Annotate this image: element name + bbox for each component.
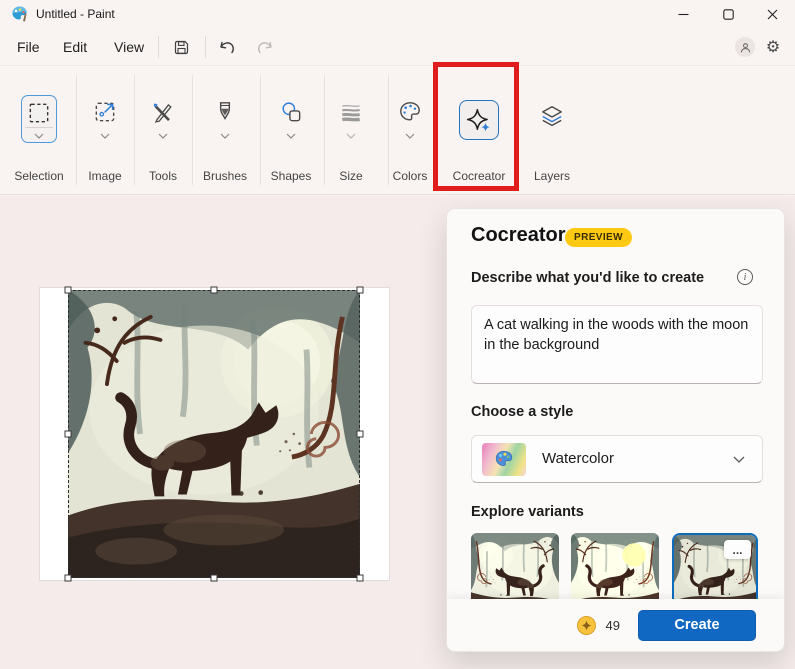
credits-coin-icon — [577, 616, 596, 635]
panel-title: Cocreator — [471, 224, 565, 247]
chevron-down-icon — [286, 133, 296, 139]
chevron-down-icon — [34, 133, 44, 139]
toolbar-label: Cocreator — [441, 169, 517, 183]
menu-file[interactable]: File — [6, 33, 51, 61]
variants-label: Explore variants — [471, 504, 584, 520]
selection-icon — [26, 100, 52, 126]
resize-handle-sw[interactable] — [65, 575, 72, 582]
layers-icon — [539, 103, 565, 129]
selection-marquee — [68, 290, 360, 578]
toolbar-label: Shapes — [262, 169, 320, 183]
toolbar-label: Selection — [8, 169, 70, 183]
resize-handle-se[interactable] — [357, 575, 364, 582]
toolbar-item-size[interactable]: Size — [326, 67, 376, 195]
colors-icon — [397, 99, 423, 125]
more-options-button[interactable]: ... — [724, 540, 751, 559]
minimize-button[interactable] — [661, 0, 705, 28]
resize-handle-nw[interactable] — [65, 287, 72, 294]
cocreator-sparkle-icon — [466, 107, 492, 133]
prompt-input[interactable]: A cat walking in the woods with the moon… — [471, 305, 763, 384]
toolbar-item-image[interactable]: Image — [80, 67, 130, 195]
resize-handle-n[interactable] — [211, 287, 218, 294]
menu-edit[interactable]: Edit — [52, 33, 98, 61]
menu-separator — [158, 36, 159, 58]
redo-icon — [256, 38, 274, 56]
settings-button[interactable]: ⚙ — [759, 33, 787, 61]
info-icon[interactable]: i — [737, 269, 753, 285]
maximize-button[interactable] — [706, 0, 750, 28]
resize-handle-s[interactable] — [211, 575, 218, 582]
toolbar-label: Layers — [524, 169, 580, 183]
chevron-down-icon — [100, 133, 110, 139]
image-icon — [92, 99, 118, 125]
chevron-down-icon — [346, 133, 356, 139]
selected-image[interactable] — [68, 290, 360, 578]
toolbar-label: Image — [80, 169, 130, 183]
close-button[interactable] — [750, 0, 794, 28]
style-label: Choose a style — [471, 404, 573, 420]
toolbar-item-layers[interactable]: Layers — [524, 67, 580, 195]
selection-split-button[interactable] — [21, 95, 57, 143]
create-button[interactable]: Create — [638, 610, 756, 641]
undo-icon — [218, 38, 236, 56]
chevron-down-icon — [733, 456, 745, 463]
chevron-down-icon — [158, 133, 168, 139]
toolbar-item-cocreator[interactable]: Cocreator — [441, 67, 517, 195]
toolbar-separator — [76, 75, 77, 185]
resize-handle-e[interactable] — [357, 431, 364, 438]
tools-icon — [150, 99, 176, 125]
paint-logo-icon — [11, 5, 28, 22]
size-icon — [338, 99, 364, 125]
toolbar-label: Brushes — [196, 169, 254, 183]
toolbar-item-tools[interactable]: Tools — [138, 67, 188, 195]
window-title: Untitled - Paint — [36, 7, 115, 21]
style-selected-value: Watercolor — [542, 450, 614, 467]
cocreator-button[interactable] — [459, 100, 499, 140]
menu-view[interactable]: View — [103, 33, 155, 61]
save-button[interactable] — [166, 33, 196, 61]
save-icon — [173, 39, 190, 56]
resize-handle-ne[interactable] — [357, 287, 364, 294]
toolbar-label: Size — [326, 169, 376, 183]
toolbar-separator — [260, 75, 261, 185]
credits-count: 49 — [606, 618, 620, 633]
account-button[interactable] — [735, 37, 755, 57]
title-bar: Untitled - Paint — [0, 0, 795, 28]
toolbar-separator — [134, 75, 135, 185]
chevron-down-icon — [220, 133, 230, 139]
style-dropdown[interactable]: Watercolor — [471, 435, 763, 483]
account-icon — [739, 41, 752, 54]
palette-icon — [493, 448, 515, 470]
brushes-icon — [212, 99, 238, 125]
canvas-workspace: Cocreator PREVIEW Describe what you'd li… — [0, 196, 795, 669]
resize-handle-w[interactable] — [65, 431, 72, 438]
menu-bar: File Edit View — [0, 28, 795, 66]
toolbar-label: Tools — [138, 169, 188, 183]
toolbar-label: Colors — [382, 169, 438, 183]
settings-gear-icon: ⚙ — [766, 37, 780, 57]
panel-footer: 49 Create — [447, 599, 784, 651]
split-divider — [25, 127, 53, 128]
shapes-icon — [278, 99, 304, 125]
ribbon-toolbar: Selection Image Tools — [0, 67, 795, 195]
toolbar-item-shapes[interactable]: Shapes — [262, 67, 320, 195]
cocreator-panel: Cocreator PREVIEW Describe what you'd li… — [446, 208, 785, 652]
toolbar-separator — [192, 75, 193, 185]
describe-label: Describe what you'd like to create — [471, 270, 704, 286]
undo-button[interactable] — [212, 33, 242, 61]
redo-button[interactable] — [250, 33, 280, 61]
style-thumbnail — [482, 443, 526, 476]
preview-badge: PREVIEW — [565, 228, 632, 247]
menu-separator — [205, 36, 206, 58]
toolbar-item-selection[interactable]: Selection — [8, 67, 70, 195]
toolbar-separator — [324, 75, 325, 185]
paint-window: Untitled - Paint File Edit View — [0, 0, 795, 669]
toolbar-item-brushes[interactable]: Brushes — [196, 67, 254, 195]
toolbar-item-colors[interactable]: Colors — [382, 67, 438, 195]
chevron-down-icon — [405, 133, 415, 139]
